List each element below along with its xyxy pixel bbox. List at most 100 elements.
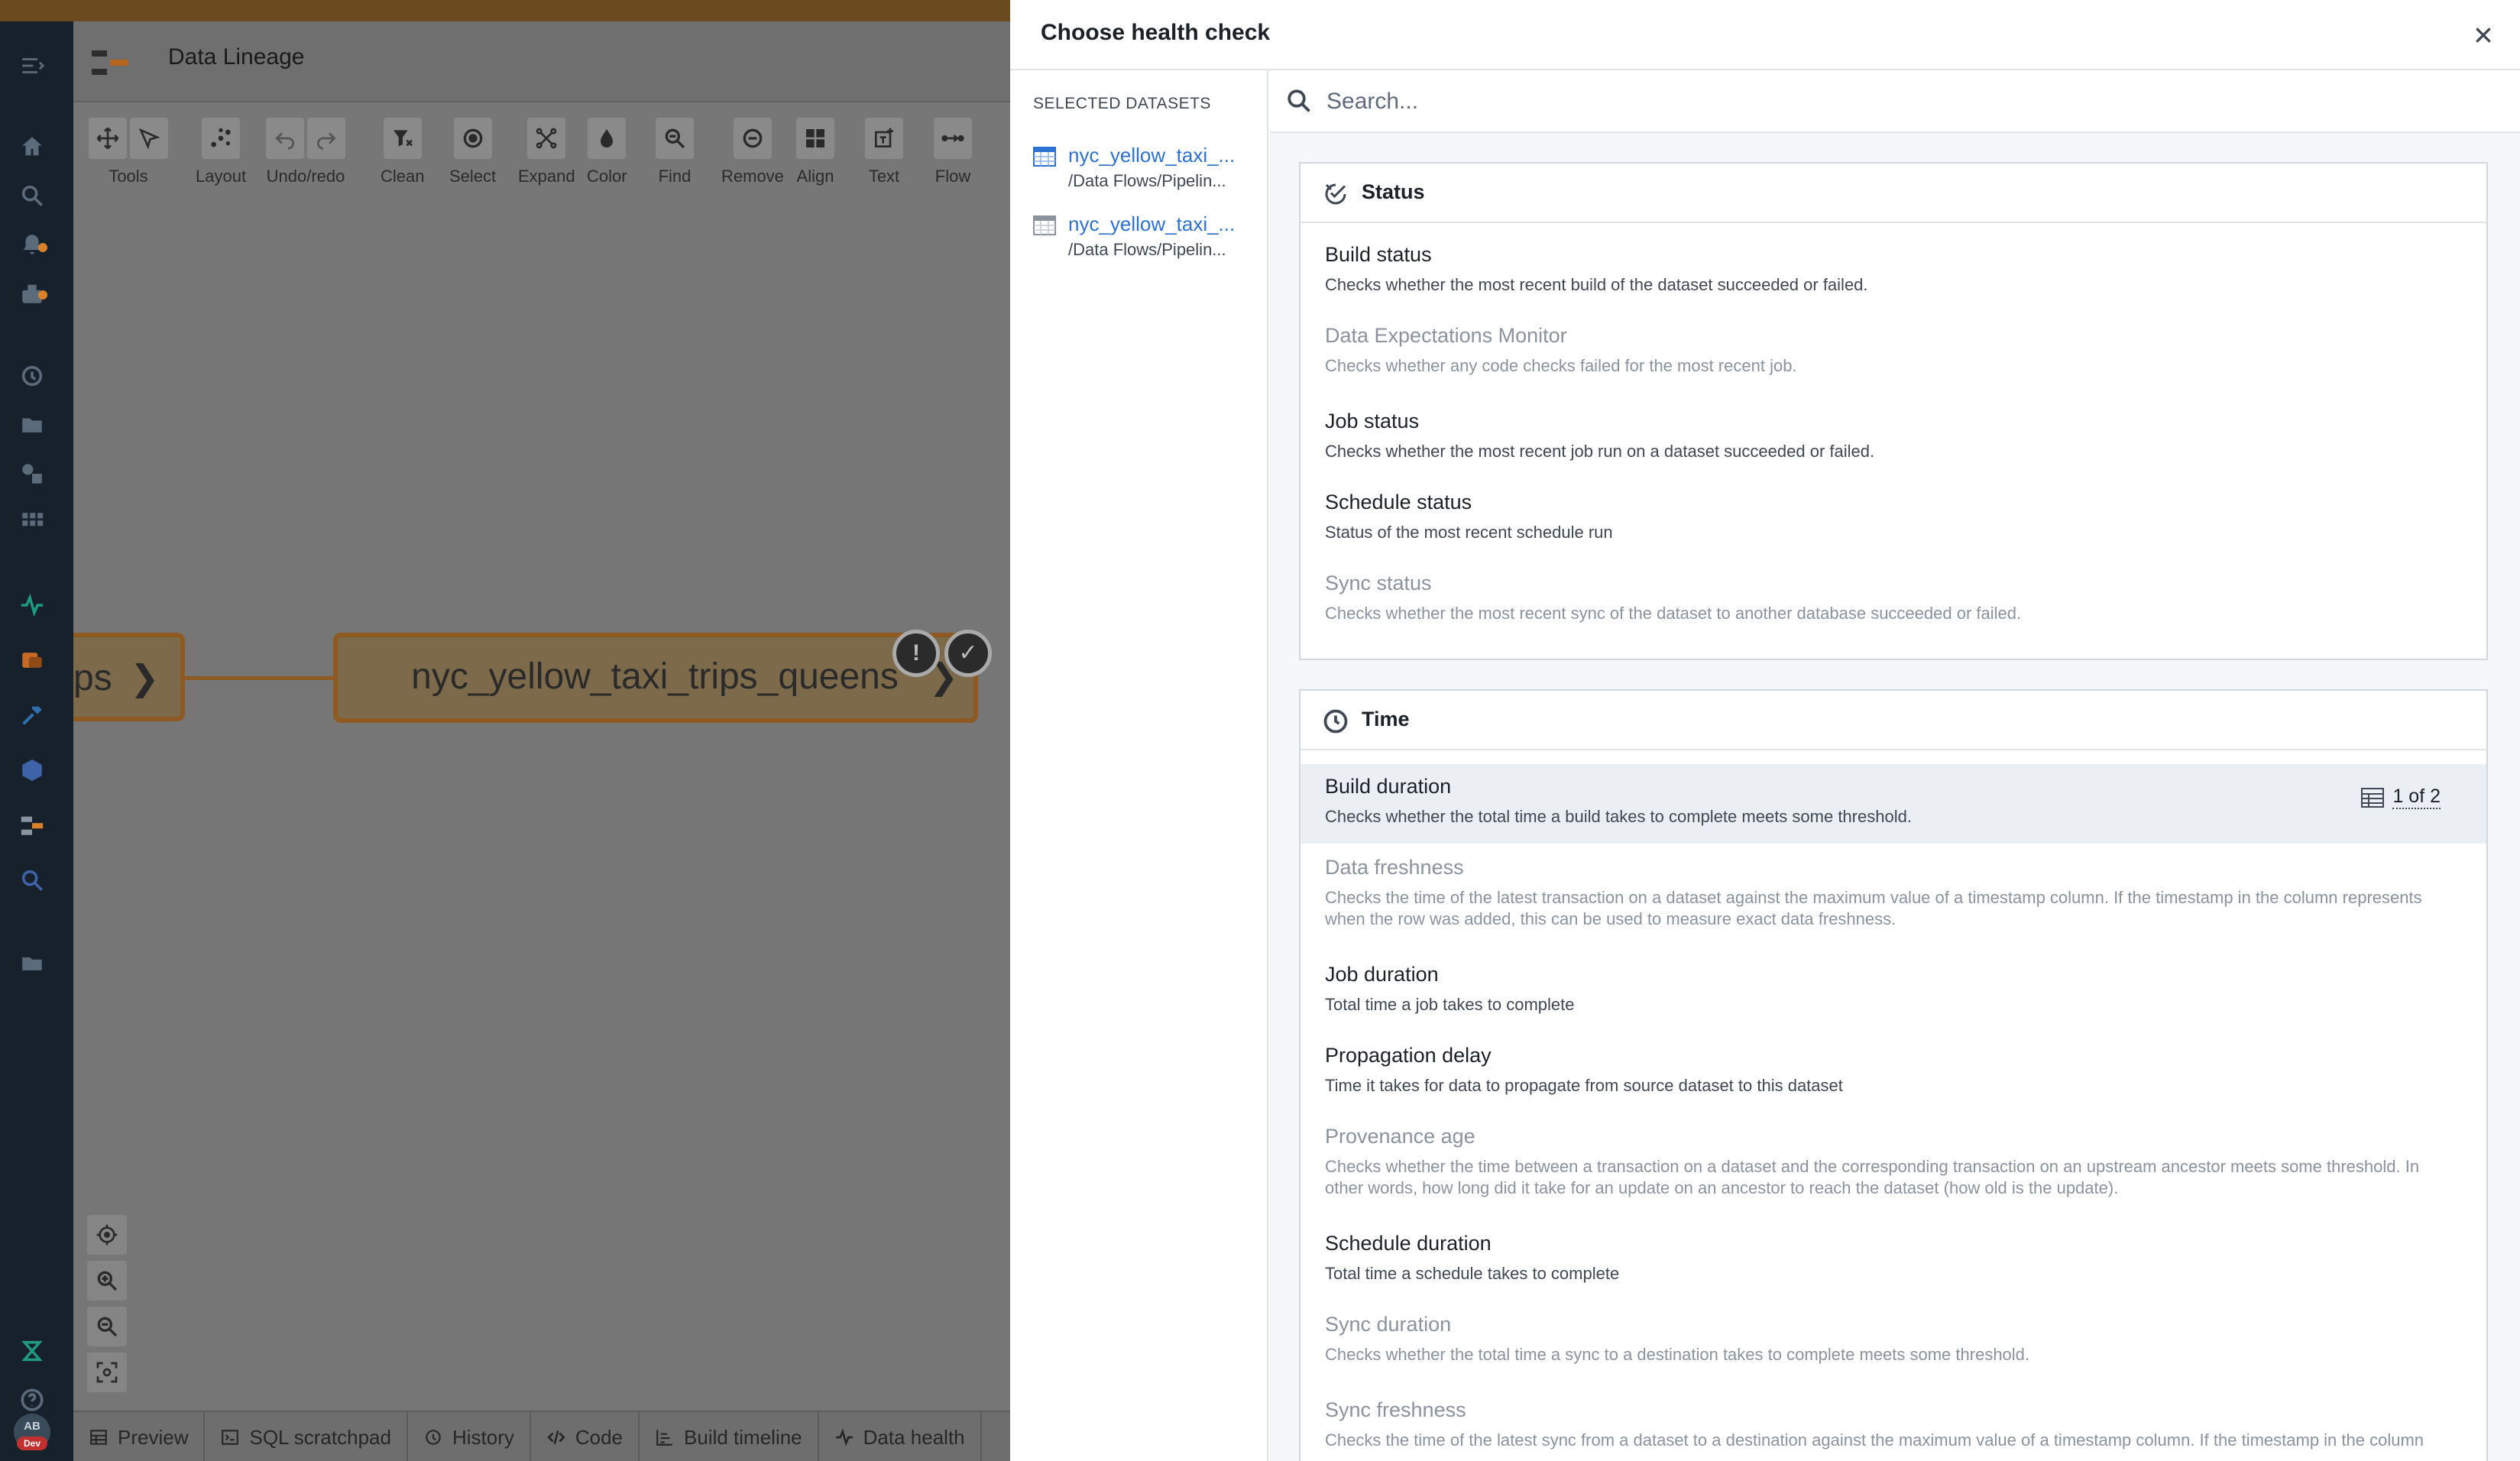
folder-icon[interactable]: [17, 410, 47, 440]
tool-select[interactable]: Select: [449, 118, 496, 186]
move-icon[interactable]: [89, 118, 127, 159]
check-name: Propagation delay: [1325, 1044, 1492, 1067]
shapes-icon[interactable]: [17, 458, 47, 489]
lineage-icon[interactable]: [17, 810, 47, 841]
dataset-name-link[interactable]: nyc_yellow_taxi_...: [1068, 212, 1259, 236]
explore-icon[interactable]: [17, 865, 47, 896]
avatar[interactable]: AB Dev: [14, 1414, 50, 1450]
select-icon[interactable]: [453, 118, 492, 159]
expand-icon[interactable]: [527, 118, 566, 159]
tab-preview[interactable]: Preview: [73, 1412, 206, 1461]
check-build-duration[interactable]: Build duration Checks whether the total …: [1300, 764, 2486, 844]
tool-layout[interactable]: Layout: [196, 118, 246, 186]
drawer-title: Choose health check: [1041, 20, 1271, 45]
tool-text[interactable]: Text: [865, 118, 903, 186]
lineage-workspace: Data Lineage Tools Layout Undo/redo Clea…: [73, 21, 1010, 1461]
check-description: Checks whether the most recent sync of t…: [1325, 604, 2022, 623]
hourglass-icon[interactable]: [17, 1336, 47, 1366]
dataset-name-link[interactable]: nyc_yellow_taxi_...: [1068, 144, 1259, 167]
lineage-node-selected[interactable]: nyc_yellow_taxi_trips_queens ❯: [333, 633, 978, 723]
tab-label: Preview: [118, 1425, 189, 1449]
grid-apps-icon[interactable]: [17, 507, 47, 538]
check-job-status[interactable]: Job status Checks whether the most recen…: [1300, 399, 2486, 462]
tool-flow[interactable]: Flow: [934, 118, 972, 186]
tool-align[interactable]: Align: [796, 118, 834, 186]
home-icon[interactable]: [17, 131, 47, 162]
notification-dot: [38, 243, 47, 252]
check-job-duration[interactable]: Job duration Total time a job takes to c…: [1300, 952, 2486, 1016]
tool-label: Remove: [721, 167, 784, 186]
tool-undo-redo[interactable]: Undo/redo: [266, 118, 345, 186]
recenter-icon[interactable]: [87, 1215, 127, 1255]
dataset-path: /Data Flows/Pipelin...: [1068, 240, 1226, 259]
history-icon: [426, 1430, 441, 1445]
tool-label: Flow: [934, 167, 971, 186]
section-title: Time: [1362, 708, 1410, 730]
history-icon[interactable]: [17, 361, 47, 391]
section-time: Time Build duration Checks whether the t…: [1299, 689, 2488, 1461]
zoom-out-icon[interactable]: [87, 1307, 127, 1346]
close-button[interactable]: [2467, 18, 2500, 52]
check-schedule-duration[interactable]: Schedule duration Total time a schedule …: [1300, 1221, 2486, 1284]
lineage-node-upstream[interactable]: ps ❯: [73, 633, 185, 721]
layout-icon[interactable]: [202, 118, 241, 159]
check-sync-status: Sync status Checks whether the most rece…: [1300, 561, 2486, 624]
search-input[interactable]: [1326, 83, 2473, 121]
check-propagation-delay[interactable]: Propagation delay Time it takes for data…: [1300, 1033, 2486, 1097]
text-icon[interactable]: [865, 118, 903, 159]
tab-history[interactable]: History: [408, 1412, 531, 1461]
check-badge-icon[interactable]: ✓: [944, 630, 992, 677]
tool-label: Text: [868, 167, 900, 186]
app-header: Data Lineage: [73, 21, 1010, 102]
files-icon[interactable]: [17, 948, 47, 978]
table-icon: [2361, 787, 2385, 808]
close-icon: [2476, 28, 2491, 43]
tab-build-timeline[interactable]: Build timeline: [640, 1412, 819, 1461]
chevron-right-icon[interactable]: ❯: [130, 657, 160, 698]
find-icon[interactable]: [656, 118, 694, 159]
align-icon[interactable]: [796, 118, 834, 159]
tool-expand[interactable]: Expand: [518, 118, 575, 186]
section-title: Status: [1362, 180, 1425, 203]
selected-datasets-heading: SELECTED DATASETS: [1033, 95, 1211, 112]
check-name: Data freshness: [1325, 856, 1464, 879]
section-header: Status: [1300, 164, 2486, 223]
applied-count[interactable]: 1 of 2: [2360, 786, 2441, 809]
clean-icon[interactable]: [383, 118, 422, 159]
remove-icon[interactable]: [733, 118, 772, 159]
check-description: Checks the time of the latest sync from …: [1325, 1430, 2424, 1450]
zoom-controls: [87, 1215, 130, 1398]
tool-color[interactable]: Color: [587, 118, 627, 186]
undo-icon[interactable]: [266, 118, 304, 159]
menu-icon[interactable]: [17, 50, 47, 81]
color-icon[interactable]: [588, 118, 627, 159]
pulse-icon[interactable]: [17, 590, 47, 620]
tab-data-health[interactable]: Data health: [819, 1412, 982, 1461]
check-name: Sync status: [1325, 572, 1432, 594]
check-build-status[interactable]: Build status Checks whether the most rec…: [1300, 232, 2486, 296]
hammer-icon[interactable]: [17, 700, 47, 730]
tab-sql-scratchpad[interactable]: SQL scratchpad: [205, 1412, 408, 1461]
tool-label: Clean: [381, 167, 425, 186]
fit-to-screen-icon[interactable]: [87, 1352, 127, 1392]
flow-icon[interactable]: [934, 118, 972, 159]
pointer-icon[interactable]: [130, 118, 168, 159]
tool-find[interactable]: Find: [656, 118, 694, 186]
check-description: Checks the time of the latest transactio…: [1325, 888, 2422, 928]
help-icon[interactable]: [17, 1385, 47, 1415]
left-nav-rail: AB Dev: [0, 21, 73, 1461]
zoom-in-icon[interactable]: [87, 1261, 127, 1301]
tool-tools[interactable]: Tools: [89, 118, 168, 186]
warning-badge-icon[interactable]: !: [892, 630, 940, 677]
pipeline-icon[interactable]: [17, 645, 47, 675]
check-schedule-status[interactable]: Schedule status Status of the most recen…: [1300, 480, 2486, 543]
tab-label: Data health: [863, 1425, 965, 1449]
app-title: Data Lineage: [168, 44, 305, 70]
tool-label: Find: [658, 167, 692, 186]
tool-remove[interactable]: Remove: [721, 118, 784, 186]
tab-code[interactable]: Code: [531, 1412, 640, 1461]
cube-icon[interactable]: [17, 755, 47, 786]
search-icon[interactable]: [17, 180, 47, 211]
tool-clean[interactable]: Clean: [381, 118, 424, 186]
redo-icon[interactable]: [307, 118, 345, 159]
